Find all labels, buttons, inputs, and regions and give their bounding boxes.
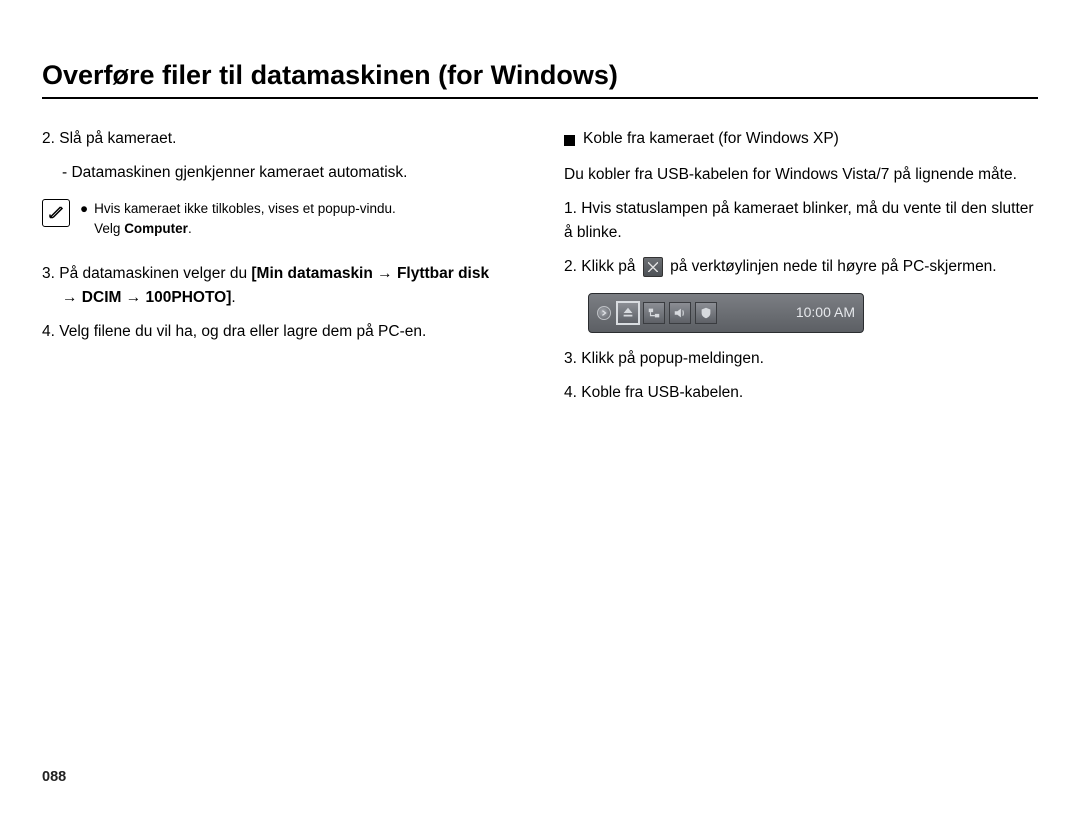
- tray-eject-icon: [617, 302, 639, 324]
- right-step-2-post: på verktøylinjen nede til høyre på PC-sk…: [666, 258, 997, 275]
- right-step-4: 4. Koble fra USB-kabelen.: [564, 381, 1038, 405]
- content-columns: 2. Slå på kameraet. - Datamaskinen gjenk…: [42, 127, 1038, 415]
- page-title: Overføre filer til datamaskinen (for Win…: [42, 60, 1038, 91]
- note-body: ● Hvis kameraet ikke tilkobles, vises et…: [80, 199, 396, 240]
- note-line-2-post: .: [188, 221, 192, 236]
- right-column: Koble fra kameraet (for Windows XP) Du k…: [564, 127, 1038, 415]
- left-step-4: 4. Velg filene du vil ha, og dra eller l…: [42, 320, 516, 344]
- right-heading: Koble fra kameraet (for Windows XP): [583, 127, 839, 151]
- right-step-3: 3. Klikk på popup-meldingen.: [564, 347, 1038, 371]
- right-step-2-pre: 2. Klikk på: [564, 258, 640, 275]
- left-step-3: 3. På datamaskinen velger du [Min datama…: [42, 262, 516, 310]
- note-bullet-dot: ●: [80, 199, 88, 240]
- left-step-3-pre: 3. På datamaskinen velger du: [42, 265, 251, 282]
- tray-clock: 10:00 AM: [796, 302, 855, 324]
- note-line-1: Hvis kameraet ikke tilkobles, vises et p…: [94, 201, 396, 216]
- left-step-2-sub: - Datamaskinen gjenkjenner kameraet auto…: [42, 161, 516, 185]
- tray-network-icon: [643, 302, 665, 324]
- right-intro: Du kobler fra USB-kabelen for Windows Vi…: [564, 163, 1038, 187]
- left-step-3-bold1: [Min datamaskin → Flyttbar disk: [251, 265, 489, 282]
- note-line-2-pre: Velg: [94, 221, 124, 236]
- left-column: 2. Slå på kameraet. - Datamaskinen gjenk…: [42, 127, 516, 415]
- page-number: 088: [42, 769, 66, 785]
- tray-volume-icon: [669, 302, 691, 324]
- eject-usb-icon: [643, 257, 663, 277]
- left-step-3-bold2: → DCIM → 100PHOTO]: [42, 289, 231, 306]
- left-step-3-post: .: [231, 289, 235, 306]
- note-icon: [42, 199, 70, 227]
- note-box: ● Hvis kameraet ikke tilkobles, vises et…: [42, 199, 516, 240]
- right-step-1: 1. Hvis statuslampen på kameraet blinker…: [564, 197, 1038, 245]
- right-step-2: 2. Klikk på på verktøylinjen nede til hø…: [564, 255, 1038, 279]
- right-section-header: Koble fra kameraet (for Windows XP): [564, 127, 1038, 151]
- title-rule: [42, 97, 1038, 99]
- square-bullet-icon: [564, 135, 575, 146]
- note-line-2-bold: Computer: [124, 221, 188, 236]
- tray-expand-icon: [597, 306, 611, 320]
- tray-shield-icon: [695, 302, 717, 324]
- system-tray: 10:00 AM: [588, 293, 864, 333]
- left-step-2: 2. Slå på kameraet.: [42, 127, 516, 151]
